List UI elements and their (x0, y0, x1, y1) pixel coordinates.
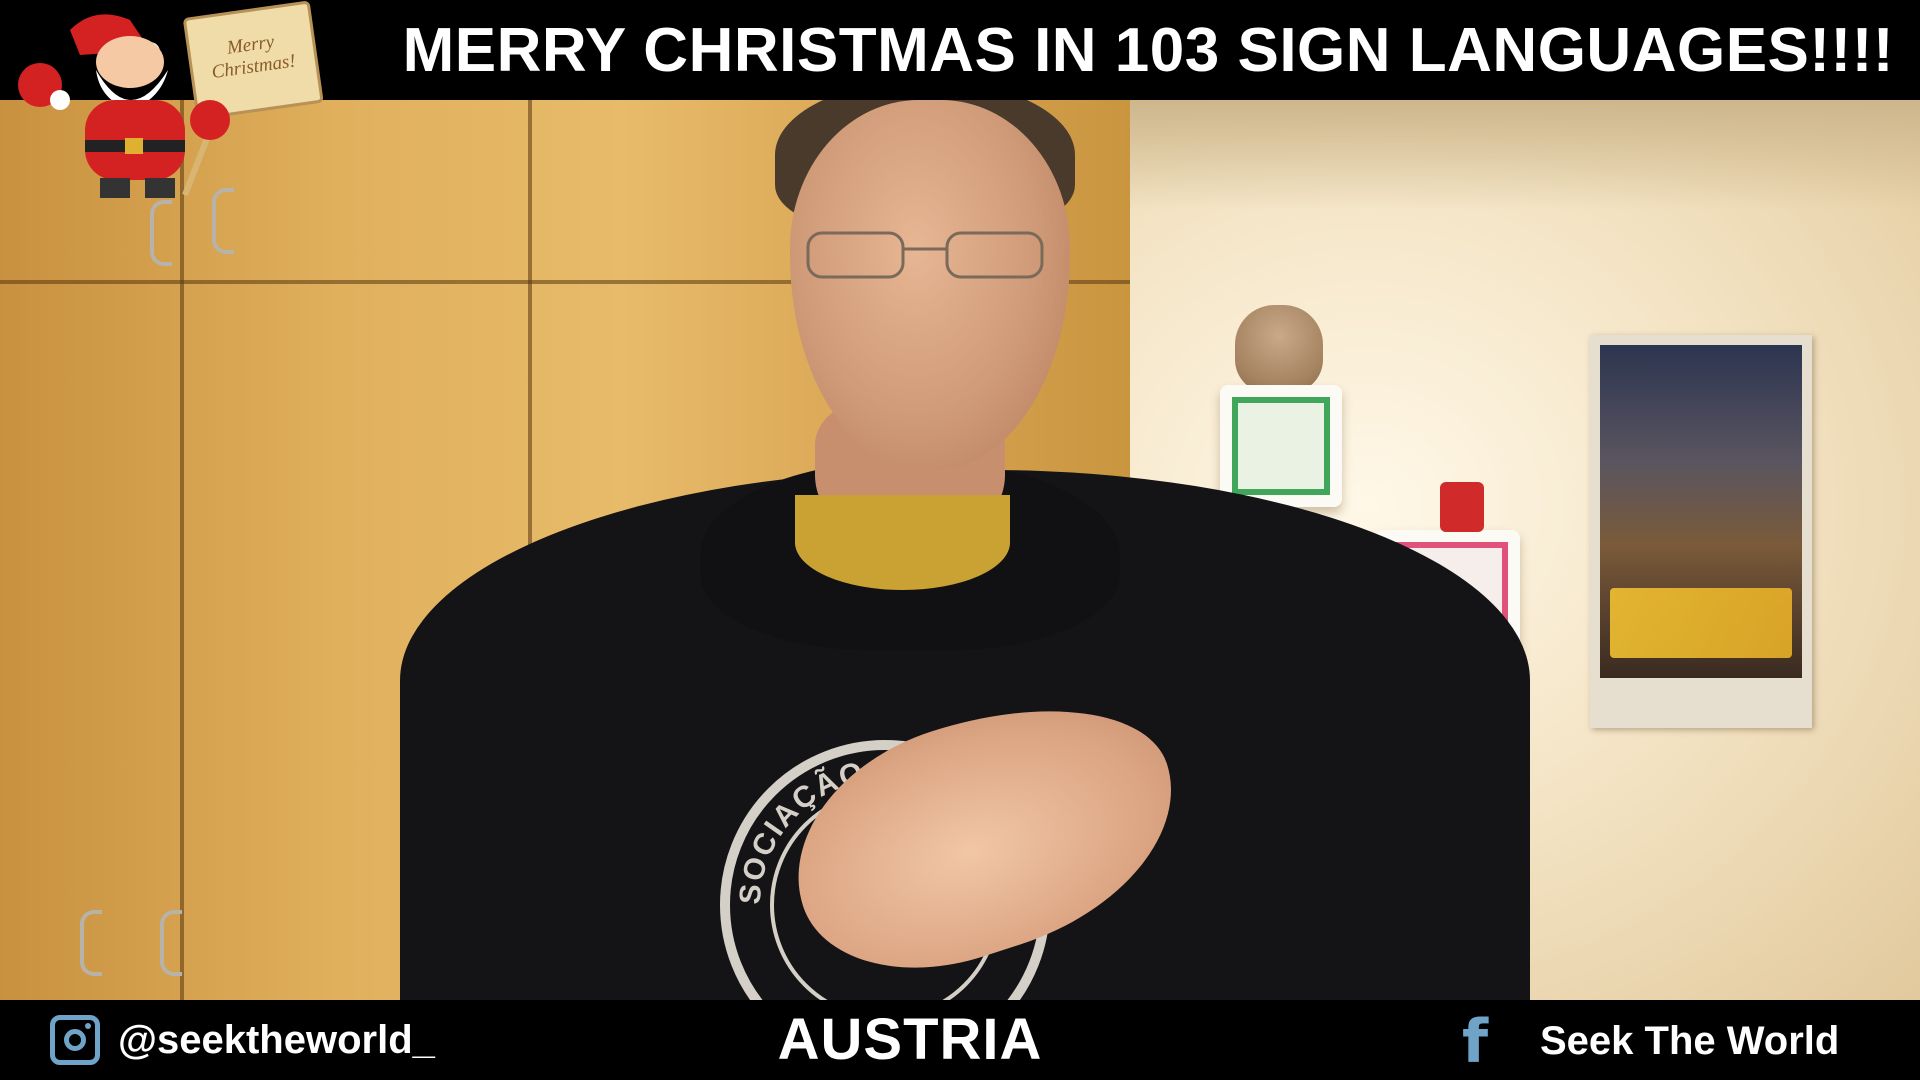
signing-person: SOCIAÇÃO CHAPECOENSE (0, 100, 1920, 1000)
country-label: AUSTRIA (777, 1007, 1043, 1072)
video-frame: MERRY CHRISTMAS IN 103 SIGN LANGUAGES!!!… (0, 0, 1920, 1080)
video-scene: SOCIAÇÃO CHAPECOENSE (0, 100, 1920, 1000)
facebook-page-name[interactable]: Seek The World (1540, 1018, 1839, 1064)
santa-claus-icon: Merry Christmas! (18, 1, 324, 198)
footer-banner: @seektheworld_ AUSTRIA f Seek The World (0, 1000, 1920, 1080)
video-title: MERRY CHRISTMAS IN 103 SIGN LANGUAGES!!!… (402, 16, 1894, 85)
glasses-icon (806, 231, 1044, 279)
facebook-icon[interactable]: f (1462, 1012, 1496, 1072)
yellow-shirt-collar (795, 495, 1010, 590)
instagram-handle[interactable]: @seektheworld_ (118, 1017, 435, 1063)
instagram-icon[interactable] (50, 1015, 100, 1065)
